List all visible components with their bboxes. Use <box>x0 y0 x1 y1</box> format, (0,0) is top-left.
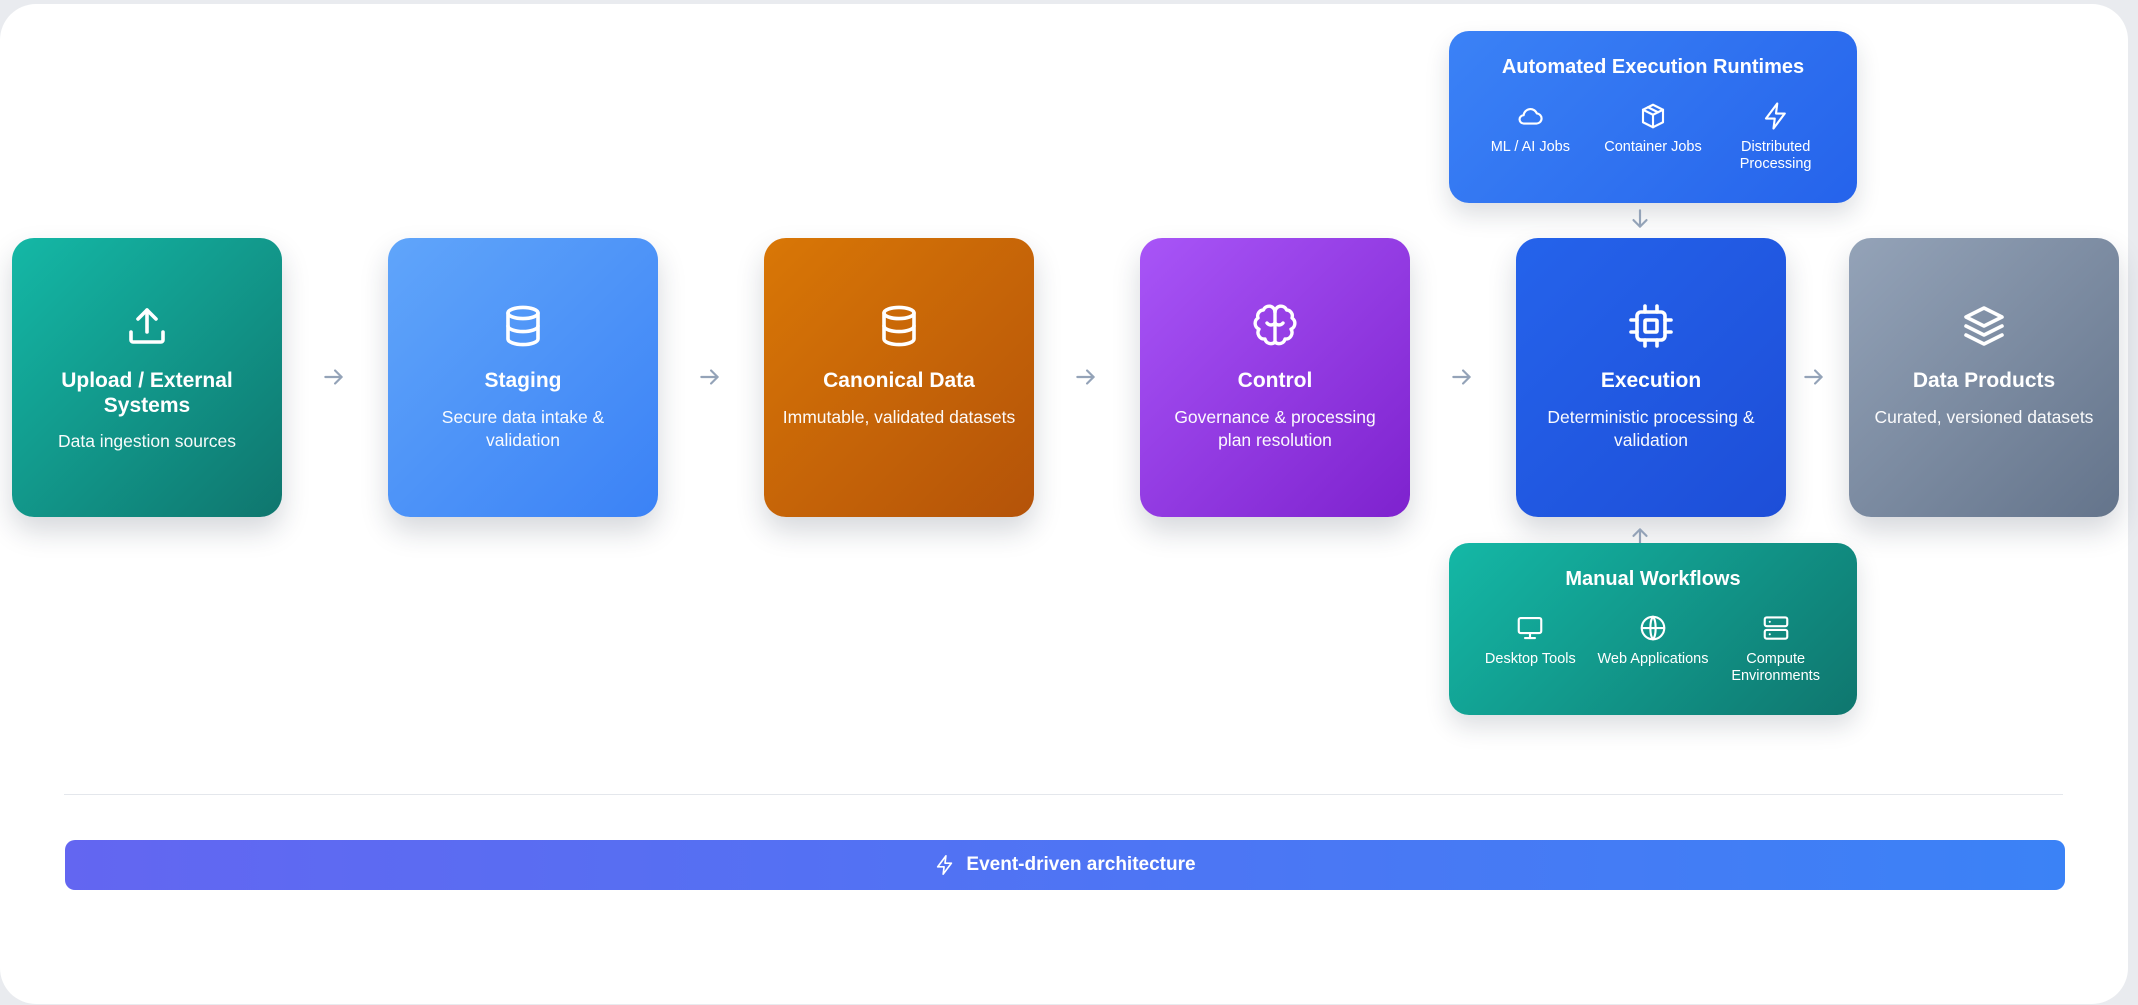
workflow-label: Compute Environments <box>1731 651 1820 684</box>
stage-title: Staging <box>484 369 562 392</box>
package-icon <box>1638 101 1668 131</box>
stage-description: Curated, versioned datasets <box>1874 407 2094 427</box>
stage-title: Upload / External Systems <box>61 369 233 417</box>
runtime-label: Distributed Processing <box>1739 139 1812 172</box>
runtime-label: ML / AI Jobs <box>1490 139 1570 155</box>
server-icon <box>1761 613 1791 643</box>
stage-canonical-data[interactable]: Canonical Data Immutable, validated data… <box>764 238 1034 517</box>
workflow-desktop-tools[interactable]: Desktop Tools <box>1472 613 1588 685</box>
runtime-container-jobs[interactable]: Container Jobs <box>1595 101 1711 173</box>
cpu-chip-icon <box>1627 302 1675 350</box>
panel-title: Automated Execution Runtimes <box>1501 56 1805 78</box>
arrow-right-icon <box>697 364 723 390</box>
stage-upload-external-systems[interactable]: Upload / External Systems Data ingestion… <box>12 238 282 517</box>
globe-icon <box>1638 613 1668 643</box>
cloud-icon <box>1515 101 1545 131</box>
panel-title: Manual Workflows <box>1565 568 1741 590</box>
stage-staging[interactable]: Staging Secure data intake & validation <box>388 238 658 517</box>
stage-description: Governance & processing plan resolution <box>1174 407 1376 450</box>
monitor-icon <box>1515 613 1545 643</box>
arrow-right-icon <box>1801 364 1827 390</box>
workflow-web-applications[interactable]: Web Applications <box>1595 613 1711 685</box>
arrow-right-icon <box>1449 364 1475 390</box>
diagram-canvas: Upload / External Systems Data ingestion… <box>0 4 2128 1004</box>
layers-icon <box>1960 302 2008 350</box>
runtime-ml-ai-jobs[interactable]: ML / AI Jobs <box>1472 101 1588 173</box>
runtime-distributed-processing[interactable]: Distributed Processing <box>1718 101 1834 173</box>
automated-execution-runtimes-panel[interactable]: Automated Execution Runtimes ML / AI Job… <box>1449 31 1857 203</box>
runtime-label: Container Jobs <box>1604 139 1702 155</box>
stage-data-products[interactable]: Data Products Curated, versioned dataset… <box>1849 238 2119 517</box>
arrow-right-icon <box>321 364 347 390</box>
stage-title: Control <box>1237 369 1313 392</box>
database-icon <box>499 302 547 350</box>
stage-control[interactable]: Control Governance & processing plan res… <box>1140 238 1410 517</box>
stage-description: Immutable, validated datasets <box>782 407 1016 427</box>
database-icon <box>875 302 923 350</box>
stage-description: Secure data intake & validation <box>441 407 605 450</box>
stage-description: Deterministic processing & validation <box>1547 407 1755 450</box>
arrow-down-icon <box>1627 206 1653 232</box>
workflow-label: Web Applications <box>1597 651 1709 667</box>
manual-workflows-panel[interactable]: Manual Workflows Desktop Tools Web Appli… <box>1449 543 1857 715</box>
stage-title: Canonical Data <box>823 369 975 392</box>
upload-icon <box>123 302 171 350</box>
event-bar-label: Event-driven architecture <box>966 854 1196 875</box>
stage-title: Data Products <box>1912 369 2056 392</box>
arrow-right-icon <box>1073 364 1099 390</box>
brain-icon <box>1251 302 1299 350</box>
event-driven-architecture-bar[interactable]: Event-driven architecture <box>65 840 2065 890</box>
divider <box>64 794 2063 795</box>
stage-execution[interactable]: Execution Deterministic processing & val… <box>1516 238 1786 517</box>
workflow-label: Desktop Tools <box>1484 651 1576 667</box>
lightning-icon <box>934 854 956 876</box>
workflow-compute-environments[interactable]: Compute Environments <box>1718 613 1834 685</box>
lightning-icon <box>1761 101 1791 131</box>
stage-description: Data ingestion sources <box>57 431 237 451</box>
stage-title: Execution <box>1600 369 1702 392</box>
